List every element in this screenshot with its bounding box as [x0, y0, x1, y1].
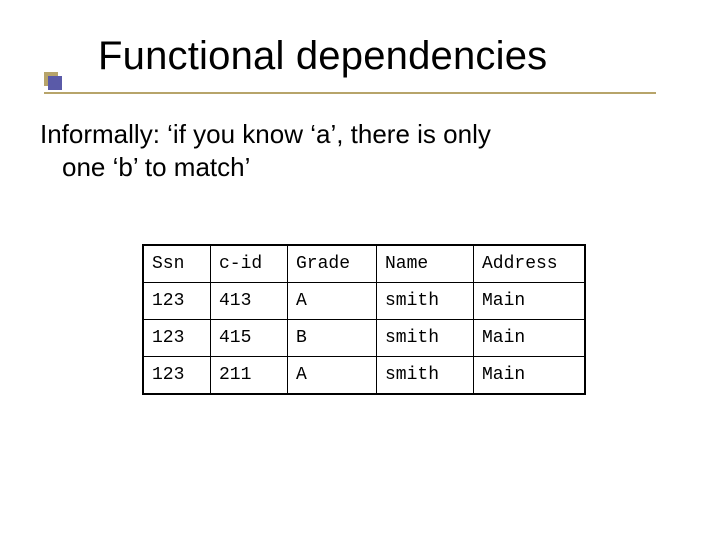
- col-header-name: Name: [377, 246, 474, 283]
- cell-ssn: 123: [144, 320, 211, 357]
- col-header-address: Address: [474, 246, 585, 283]
- slide: Functional dependencies Informally: ‘if …: [0, 0, 720, 540]
- dependencies-table: Ssn c-id Grade Name Address 123 413 A sm…: [142, 244, 586, 395]
- body-line-2: one ‘b’ to match’: [40, 151, 640, 184]
- table-row: 123 415 B smith Main: [144, 320, 585, 357]
- cell-address: Main: [474, 320, 585, 357]
- cell-grade: B: [288, 320, 377, 357]
- cell-ssn: 123: [144, 357, 211, 394]
- table-row: 123 413 A smith Main: [144, 283, 585, 320]
- title-block: Functional dependencies: [44, 34, 664, 79]
- cell-address: Main: [474, 283, 585, 320]
- cell-address: Main: [474, 357, 585, 394]
- cell-cid: 211: [211, 357, 288, 394]
- col-header-ssn: Ssn: [144, 246, 211, 283]
- cell-cid: 413: [211, 283, 288, 320]
- table-row: 123 211 A smith Main: [144, 357, 585, 394]
- cell-grade: A: [288, 357, 377, 394]
- col-header-cid: c-id: [211, 246, 288, 283]
- cell-grade: A: [288, 283, 377, 320]
- cell-cid: 415: [211, 320, 288, 357]
- cell-name: smith: [377, 320, 474, 357]
- cell-ssn: 123: [144, 283, 211, 320]
- cell-name: smith: [377, 283, 474, 320]
- body-text: Informally: ‘if you know ‘a’, there is o…: [40, 118, 640, 183]
- title-underline: [44, 92, 656, 94]
- body-line-1: Informally: ‘if you know ‘a’, there is o…: [40, 119, 491, 149]
- slide-title: Functional dependencies: [98, 34, 547, 78]
- table-header-row: Ssn c-id Grade Name Address: [144, 246, 585, 283]
- cell-name: smith: [377, 357, 474, 394]
- col-header-grade: Grade: [288, 246, 377, 283]
